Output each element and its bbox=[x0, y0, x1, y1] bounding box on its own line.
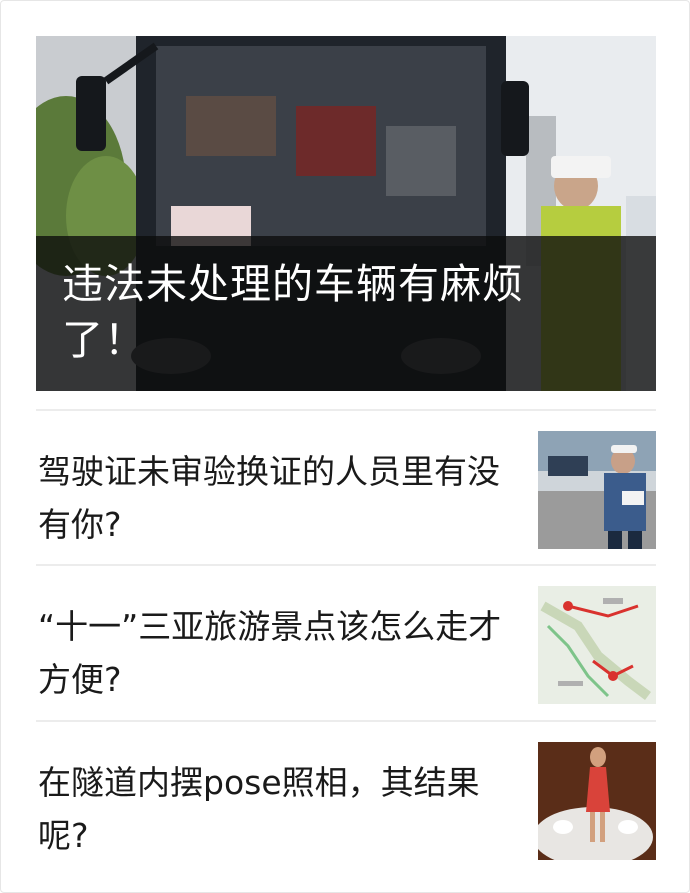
list-item[interactable]: “十一”三亚旅游景点该怎么走才方便? bbox=[36, 564, 656, 721]
list-item-title: 驾驶证未审验换证的人员里有没有你? bbox=[38, 452, 500, 544]
cover-title: 违法未处理的车辆有麻烦了！ bbox=[62, 260, 524, 364]
route-map-photo bbox=[538, 586, 656, 704]
traffic-police-photo bbox=[538, 431, 656, 549]
article-list-card: 违法未处理的车辆有麻烦了！ 驾驶证未审验换证的人员里有没有你? “十一”三亚旅游… bbox=[0, 0, 690, 893]
list-item-thumbnail bbox=[538, 431, 656, 549]
list-item[interactable]: 在隧道内摆pose照相，其结果呢? bbox=[36, 720, 656, 877]
list-item-title: 在隧道内摆pose照相，其结果呢? bbox=[38, 763, 480, 855]
list-item[interactable]: 驾驶证未审验换证的人员里有没有你? bbox=[36, 409, 656, 566]
list-item-thumbnail bbox=[538, 742, 656, 860]
woman-car-photo bbox=[538, 742, 656, 860]
list-item-thumbnail bbox=[538, 586, 656, 704]
cover-article[interactable]: 违法未处理的车辆有麻烦了！ bbox=[36, 36, 656, 391]
list-item-title: “十一”三亚旅游景点该怎么走才方便? bbox=[38, 607, 502, 699]
